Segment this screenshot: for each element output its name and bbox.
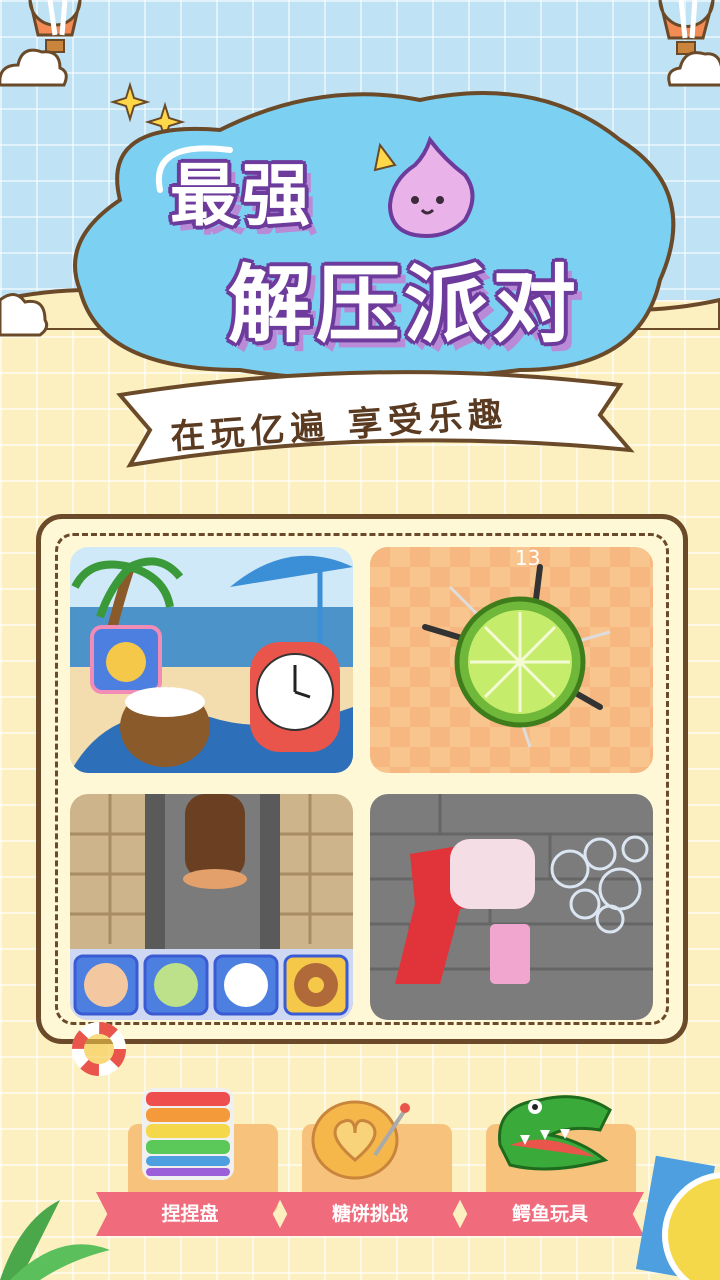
beach-umbrella-icon [635, 1155, 720, 1280]
game-tile-beach[interactable] [70, 547, 353, 773]
pop-it-icon [142, 1088, 234, 1180]
game-tile-bubble-gun[interactable] [370, 794, 653, 1020]
beach-scene [70, 547, 353, 773]
crocodile-toy-icon [498, 1095, 612, 1171]
dalgona-icon [311, 1100, 410, 1180]
bubble-gun-scene [370, 794, 653, 1020]
title-line-2: 解压派对 [228, 256, 581, 354]
life-ring-icon [72, 1022, 126, 1076]
palm-leaves-icon [0, 1200, 110, 1280]
knife-lime-scene: 13 [370, 547, 653, 773]
cloud-mid-icon [0, 293, 49, 337]
donut-scene [70, 794, 353, 1020]
game-panel: 13 [36, 514, 688, 1044]
item-label-croc[interactable]: 鳄鱼玩具 [456, 1192, 644, 1236]
knife-counter: 13 [515, 547, 540, 570]
mascot-icon [373, 135, 475, 238]
item-label-pop-it[interactable]: 捏捏盘 [96, 1192, 284, 1236]
game-tile-knife-lime[interactable]: 13 [370, 547, 653, 773]
title-line-1: 最强 [170, 157, 315, 236]
game-tile-donut[interactable] [70, 794, 353, 1020]
item-label-dalgona[interactable]: 糖饼挑战 [276, 1192, 464, 1236]
